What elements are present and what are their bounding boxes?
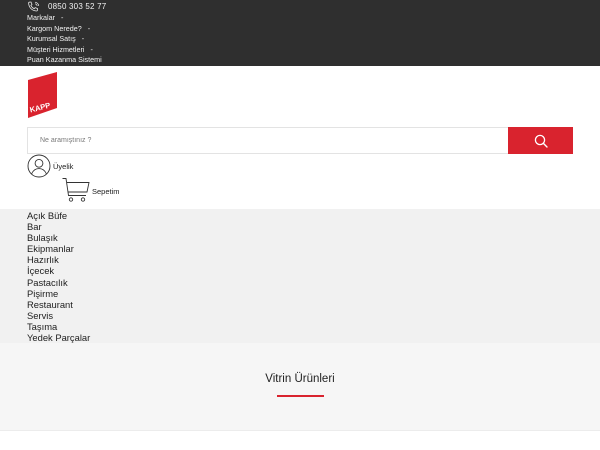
top-link-separator: - xyxy=(60,13,64,22)
category-bulasik[interactable]: Bulaşık xyxy=(27,232,90,243)
top-link-musteri-hizmetleri[interactable]: Müşteri Hizmetleri - xyxy=(27,45,102,56)
showcase-section: Vitrin Ürünleri xyxy=(0,343,600,431)
search-icon xyxy=(534,134,548,148)
top-link-kargom-nerede[interactable]: Kargom Nerede? - xyxy=(27,24,102,35)
top-link-puan-kazanma[interactable]: Puan Kazanma Sistemi xyxy=(27,55,102,66)
top-link-label: Kurumsal Satış xyxy=(27,34,76,44)
category-tasima[interactable]: Taşıma xyxy=(27,321,90,332)
top-link-separator: - xyxy=(81,34,85,44)
account-link[interactable]: Üyelik xyxy=(27,154,73,178)
top-links: Markalar - Kargom Nerede? - Kurumsal Satış… xyxy=(27,13,102,66)
search-bar xyxy=(27,127,573,154)
category-bar[interactable]: Bar xyxy=(27,221,90,232)
top-link-label: Markalar xyxy=(27,13,55,22)
top-link-separator: - xyxy=(87,23,91,33)
category-icecek[interactable]: İçecek xyxy=(27,265,90,276)
category-ekipmanlar[interactable]: Ekipmanlar xyxy=(27,243,90,254)
cart-icon xyxy=(62,178,90,202)
account-label: Üyelik xyxy=(53,161,74,171)
cart-link[interactable]: Sepetim xyxy=(62,177,120,203)
top-link-kurumsal-satis[interactable]: Kurumsal Satış - xyxy=(27,34,102,45)
phone-number: 0850 303 52 77 xyxy=(48,2,107,11)
kapp-logo[interactable]: KAPP xyxy=(27,72,58,118)
search-button[interactable] xyxy=(508,127,573,154)
category-servis[interactable]: Servis xyxy=(27,310,90,321)
phone-row[interactable]: 0850 303 52 77 xyxy=(27,1,106,12)
top-bar: 0850 303 52 77 Markalar - Kargom Nerede? -… xyxy=(0,0,600,66)
section-title: Vitrin Ürünleri xyxy=(265,373,335,385)
category-menu: Açık Büfe Bar Bulaşık Ekipmanlar Hazırlı… xyxy=(0,209,600,343)
title-underline xyxy=(277,395,324,397)
phone-icon xyxy=(28,1,40,12)
top-link-markalar[interactable]: Markalar - xyxy=(27,13,102,24)
category-restaurant[interactable]: Restaurant xyxy=(27,299,90,310)
category-list: Açık Büfe Bar Bulaşık Ekipmanlar Hazırlı… xyxy=(27,210,90,343)
category-pisirme[interactable]: Pişirme xyxy=(27,288,90,299)
top-link-separator: - xyxy=(90,44,93,54)
user-icon xyxy=(27,154,51,178)
top-link-label: Kargom Nerede? xyxy=(27,23,82,33)
top-link-label: Müşteri Hizmetleri xyxy=(27,44,85,54)
search-input[interactable] xyxy=(27,127,508,154)
category-acik-bufe[interactable]: Açık Büfe xyxy=(27,210,90,221)
top-link-label: Puan Kazanma Sistemi xyxy=(27,55,102,65)
category-hazirlik[interactable]: Hazırlık xyxy=(27,254,90,265)
category-pastacilik[interactable]: Pastacılık xyxy=(27,277,90,288)
category-yedek-parcalar[interactable]: Yedek Parçalar xyxy=(27,332,90,343)
cart-label: Sepetim xyxy=(92,187,120,196)
